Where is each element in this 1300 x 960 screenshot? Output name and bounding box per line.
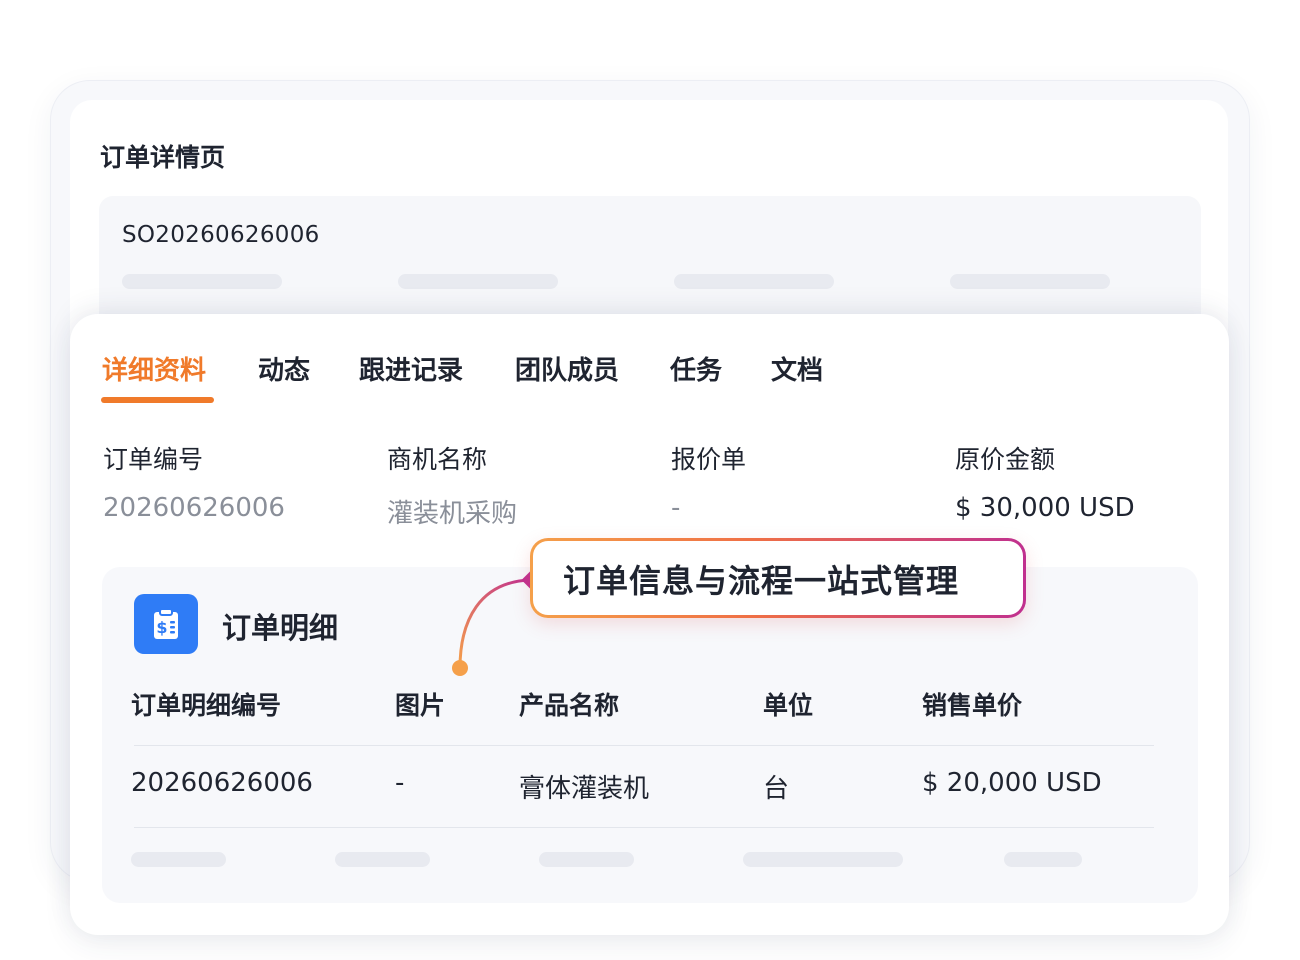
placeholder-bar <box>1004 852 1082 867</box>
placeholder-bar <box>335 852 430 867</box>
clipboard-dollar-icon: $ <box>134 594 198 654</box>
screenshot-stage: 订单详情页 SO20260626006 详细资料 动态 跟进记录 团队成员 任务… <box>0 0 1300 960</box>
placeholder-bar <box>674 274 834 289</box>
column-header-product-name: 产品名称 <box>519 691 620 720</box>
field-value-original-amount: $ 30,000 USD <box>955 493 1135 523</box>
table-cell-item-number: 20260626006 <box>131 768 313 798</box>
callout-connector <box>452 571 539 676</box>
tab-team-members[interactable]: 团队成员 <box>515 350 619 387</box>
field-value-quote: - <box>671 493 681 523</box>
field-label-original-amount: 原价金额 <box>955 445 1056 474</box>
placeholder-bar <box>398 274 558 289</box>
placeholder-bar <box>743 852 903 867</box>
tab-activity[interactable]: 动态 <box>258 350 310 387</box>
table-cell-unit: 台 <box>763 774 790 804</box>
placeholder-bar <box>950 274 1110 289</box>
field-value-order-number: 20260626006 <box>103 493 285 523</box>
placeholder-bar <box>539 852 634 867</box>
active-tab-indicator <box>101 397 214 403</box>
tab-tasks[interactable]: 任务 <box>670 350 722 387</box>
tab-follow-up[interactable]: 跟进记录 <box>359 350 463 387</box>
column-header-image: 图片 <box>395 691 446 720</box>
tab-documents[interactable]: 文档 <box>771 350 823 387</box>
page-title: 订单详情页 <box>100 143 226 172</box>
table-cell-image: - <box>395 768 405 798</box>
table-cell-product-name: 膏体灌装机 <box>519 774 650 804</box>
table-divider <box>134 827 1154 828</box>
field-label-opportunity: 商机名称 <box>387 445 488 474</box>
order-code: SO20260626006 <box>122 222 320 248</box>
field-label-quote: 报价单 <box>671 445 747 474</box>
order-items-title: 订单明细 <box>222 611 339 645</box>
placeholder-bar <box>122 274 282 289</box>
tab-details[interactable]: 详细资料 <box>102 350 206 387</box>
field-value-opportunity: 灌装机采购 <box>387 499 518 529</box>
column-header-unit-price: 销售单价 <box>922 691 1023 720</box>
svg-text:$: $ <box>156 618 167 637</box>
table-cell-unit-price: $ 20,000 USD <box>922 768 1102 798</box>
column-header-item-number: 订单明细编号 <box>131 691 282 720</box>
column-header-unit: 单位 <box>763 691 814 720</box>
table-divider <box>134 745 1154 746</box>
field-label-order-number: 订单编号 <box>103 445 204 474</box>
placeholder-bar <box>131 852 226 867</box>
feature-callout-text: 订单信息与流程一站式管理 <box>563 562 960 600</box>
